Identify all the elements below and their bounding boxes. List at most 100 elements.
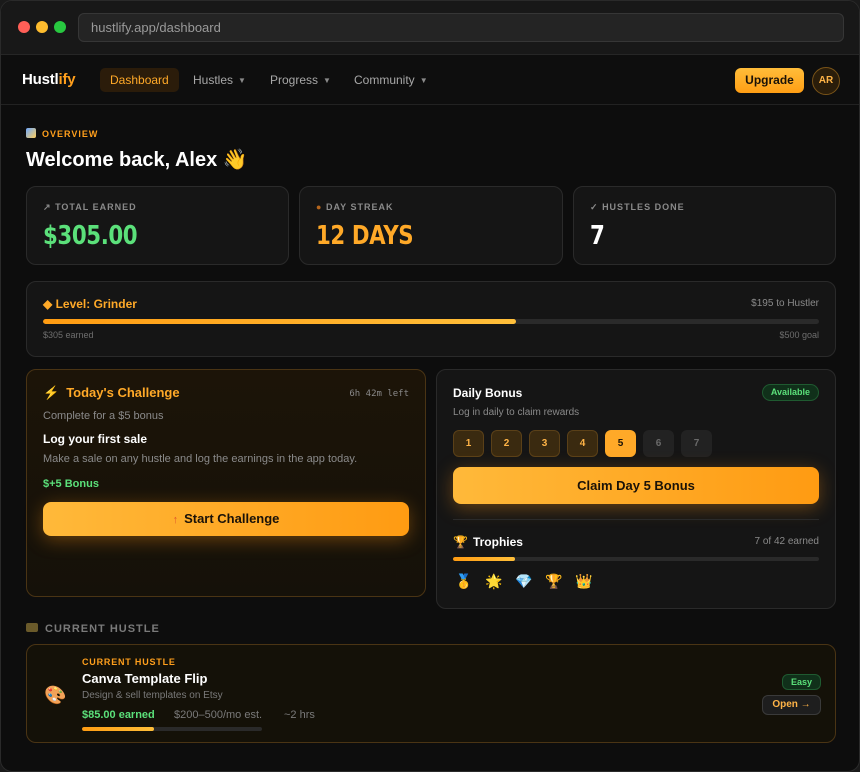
- lightning-icon: ⚡: [43, 385, 60, 400]
- flame-icon: ●: [316, 202, 323, 212]
- trophies-progress-bar: [453, 557, 819, 561]
- level-to-next: $195 to Hustler: [751, 298, 819, 309]
- divider: [453, 519, 819, 520]
- level-earned: $305 earned: [43, 330, 94, 340]
- app-window: hustlify.app/dashboard Hustlify Dashboar…: [0, 0, 860, 772]
- trophy-icon: 🏆: [453, 535, 468, 549]
- trophies-count: 7 of 42 earned: [754, 536, 820, 547]
- page-title: Welcome back, Alex 👋: [26, 149, 248, 171]
- gem-icon[interactable]: 💎: [515, 573, 532, 590]
- hustle-description: Design & sell templates on Etsy: [82, 690, 223, 701]
- challenge-time-left: 6h 42m left: [349, 389, 409, 399]
- trophy-icon[interactable]: 🏆: [545, 573, 562, 590]
- challenge-card: ⚡ Today's Challenge 6h 42m left Complete …: [26, 369, 426, 597]
- section-label-text: CURRENT HUSTLE: [45, 623, 160, 635]
- nav-community-label: Community: [354, 73, 415, 87]
- day-tile-5[interactable]: 5: [605, 430, 636, 457]
- current-hustle-card[interactable]: 🎨 CURRENT HUSTLE Canva Template Flip Des…: [26, 644, 836, 743]
- trophies-title-text: Trophies: [472, 535, 523, 549]
- start-challenge-button[interactable]: ↑ Start Challenge: [43, 502, 409, 536]
- maximize-window-button[interactable]: [54, 21, 66, 33]
- close-window-button[interactable]: [18, 21, 30, 33]
- browser-chrome: hustlify.app/dashboard: [1, 1, 859, 55]
- minimize-window-button[interactable]: [36, 21, 48, 33]
- upgrade-button[interactable]: Upgrade: [735, 68, 804, 93]
- section-label: CURRENT HUSTLE: [26, 623, 160, 635]
- hustle-estimate: $200–500/mo est.: [174, 709, 263, 721]
- chart-icon: [26, 128, 36, 138]
- avatar[interactable]: AR: [812, 67, 840, 95]
- chevron-down-icon: ▼: [238, 76, 246, 85]
- stat-value: $305.00: [43, 221, 138, 251]
- nav-community[interactable]: Community ▼: [344, 68, 438, 92]
- status-badge: Available: [761, 384, 819, 401]
- challenge-title: ⚡ Today's Challenge: [43, 385, 180, 401]
- day-tile-7: 7: [681, 430, 712, 457]
- start-challenge-label: Start Challenge: [184, 511, 280, 526]
- stat-card-total-earned: ↗ TOTAL EARNED $305.00: [26, 186, 289, 265]
- hustle-time: ~2 hrs: [284, 709, 315, 721]
- level-progress-bar: [43, 319, 819, 324]
- trophies-title: 🏆 Trophies: [453, 535, 523, 549]
- overview-eyebrow-text: OVERVIEW: [42, 129, 99, 139]
- daily-bonus-title: Daily Bonus: [453, 386, 523, 400]
- check-icon: ✓: [590, 202, 599, 212]
- logo-text-accent: ify: [58, 71, 76, 88]
- rocket-icon: ↑: [172, 514, 179, 526]
- stat-label-text: DAY STREAK: [325, 202, 394, 212]
- day-tile-1: 1: [453, 430, 484, 457]
- stat-value: 12 DAYS: [316, 221, 414, 251]
- challenge-subtitle: Complete for a $5 bonus: [43, 410, 164, 422]
- level-title: ◆ Level: Grinder: [43, 297, 137, 311]
- nav-hustles-label: Hustles: [193, 73, 234, 87]
- day-tile-3: 3: [529, 430, 560, 457]
- medal-icon[interactable]: 🥇: [455, 573, 472, 590]
- challenge-title-text: Today's Challenge: [66, 385, 180, 400]
- overview-eyebrow: OVERVIEW: [26, 128, 98, 139]
- trophies-progress-fill: [453, 557, 516, 561]
- daily-bonus-card: Daily Bonus Available Log in daily to cl…: [436, 369, 836, 609]
- chevron-down-icon: ▼: [323, 76, 331, 85]
- challenge-task: Log your first sale: [43, 432, 148, 446]
- stat-value: 7: [590, 221, 605, 251]
- logo-text-primary: Hustl: [22, 71, 59, 88]
- folder-icon: [26, 623, 38, 632]
- palette-icon: 🎨: [44, 685, 67, 705]
- stat-label: ● DAY STREAK: [316, 202, 393, 212]
- day-tile-4: 4: [567, 430, 598, 457]
- stat-card-hustles-done: ✓ HUSTLES DONE 7: [573, 186, 836, 265]
- crown-icon[interactable]: 👑: [575, 573, 592, 590]
- nav-dashboard-label: Dashboard: [110, 73, 169, 87]
- challenge-description: Make a sale on any hustle and log the ea…: [43, 453, 358, 465]
- claim-bonus-button[interactable]: Claim Day 5 Bonus: [453, 467, 819, 504]
- hustle-eyebrow: CURRENT HUSTLE: [82, 657, 176, 667]
- day-tile-6: 6: [643, 430, 674, 457]
- nav-hustles[interactable]: Hustles ▼: [183, 68, 256, 92]
- nav-dashboard[interactable]: Dashboard: [100, 68, 179, 92]
- stat-label-text: HUSTLES DONE: [602, 202, 685, 212]
- stat-label-text: TOTAL EARNED: [55, 202, 137, 212]
- daily-bonus-subtitle: Log in daily to claim rewards: [453, 407, 580, 418]
- logo[interactable]: Hustlify: [22, 71, 76, 88]
- level-goal: $500 goal: [779, 330, 819, 340]
- hustle-earned: $85.00 earned: [82, 709, 155, 721]
- hustle-progress-bar: [82, 727, 262, 731]
- chevron-down-icon: ▼: [419, 76, 428, 85]
- challenge-bonus: $+5 Bonus: [43, 478, 99, 490]
- nav-progress[interactable]: Progress ▼: [260, 68, 341, 92]
- stat-card-day-streak: ● DAY STREAK 12 DAYS: [299, 186, 563, 265]
- open-hustle-button[interactable]: Open →: [762, 695, 821, 715]
- top-nav: Hustlify Dashboard Hustles ▼ Progress ▼ Co…: [1, 55, 859, 105]
- difficulty-badge: Easy: [781, 674, 821, 690]
- stat-label: ↗ TOTAL EARNED: [43, 202, 137, 213]
- day-tile-2: 2: [491, 430, 522, 457]
- stat-label: ✓ HUSTLES DONE: [590, 202, 685, 213]
- hustle-progress-fill: [82, 727, 154, 731]
- trend-up-icon: ↗: [43, 202, 52, 212]
- address-bar[interactable]: hustlify.app/dashboard: [78, 13, 844, 42]
- level-card: ◆ Level: Grinder $195 to Hustler $305 ea…: [26, 281, 836, 357]
- level-progress-fill: [43, 319, 517, 324]
- star-icon[interactable]: 🌟: [485, 573, 502, 590]
- nav-progress-label: Progress: [270, 73, 319, 87]
- hustle-name: Canva Template Flip: [82, 671, 208, 686]
